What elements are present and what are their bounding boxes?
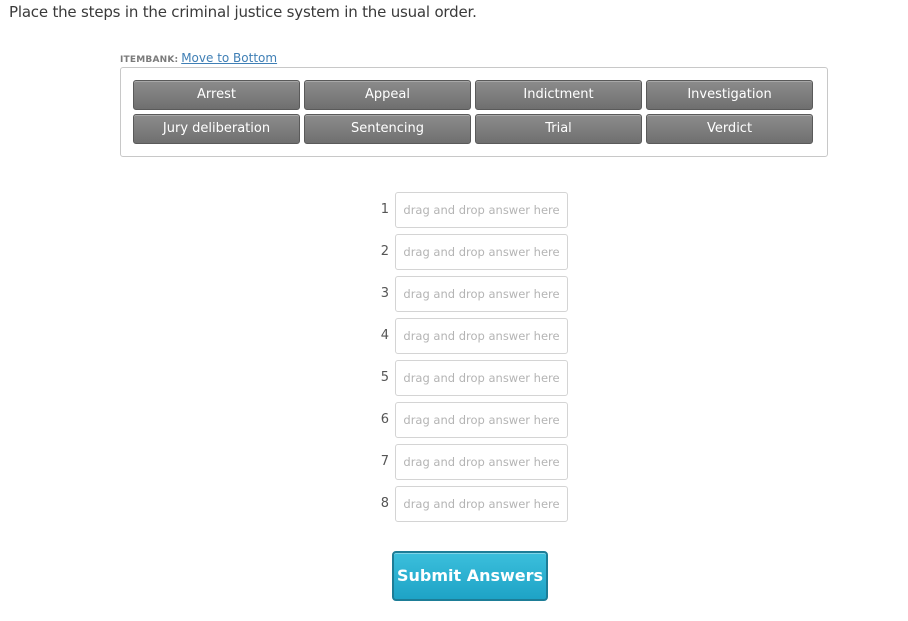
answer-slot-row-8: 8 drag and drop answer here <box>372 486 572 522</box>
answer-slot-row-2: 2 drag and drop answer here <box>372 234 572 270</box>
move-to-bottom-link[interactable]: Move to Bottom <box>181 51 277 65</box>
answer-slot-row-5: 5 drag and drop answer here <box>372 360 572 396</box>
item-verdict[interactable]: Verdict <box>646 114 813 144</box>
submit-answers-button[interactable]: Submit Answers <box>392 551 548 601</box>
item-investigation[interactable]: Investigation <box>646 80 813 110</box>
slot-number: 3 <box>380 286 389 301</box>
item-indictment[interactable]: Indictment <box>475 80 642 110</box>
item-sentencing[interactable]: Sentencing <box>304 114 471 144</box>
answer-slot-5[interactable]: drag and drop answer here <box>395 360 568 396</box>
answer-slot-row-7: 7 drag and drop answer here <box>372 444 572 480</box>
answer-slot-row-6: 6 drag and drop answer here <box>372 402 572 438</box>
slot-number: 1 <box>380 202 389 217</box>
slot-number: 5 <box>380 370 389 385</box>
item-jury-deliberation[interactable]: Jury deliberation <box>133 114 300 144</box>
item-trial[interactable]: Trial <box>475 114 642 144</box>
answer-slot-2[interactable]: drag and drop answer here <box>395 234 568 270</box>
slot-number: 4 <box>380 328 389 343</box>
answer-slot-row-1: 1 drag and drop answer here <box>372 192 572 228</box>
answer-slot-row-3: 3 drag and drop answer here <box>372 276 572 312</box>
answer-slot-row-4: 4 drag and drop answer here <box>372 318 572 354</box>
answer-slot-1[interactable]: drag and drop answer here <box>395 192 568 228</box>
answer-slot-3[interactable]: drag and drop answer here <box>395 276 568 312</box>
answer-slot-6[interactable]: drag and drop answer here <box>395 402 568 438</box>
answer-slot-8[interactable]: drag and drop answer here <box>395 486 568 522</box>
slot-number: 7 <box>380 454 389 469</box>
question-text: Place the steps in the criminal justice … <box>9 3 477 21</box>
item-arrest[interactable]: Arrest <box>133 80 300 110</box>
answer-slot-4[interactable]: drag and drop answer here <box>395 318 568 354</box>
itembank: Arrest Appeal Indictment Investigation J… <box>120 67 828 157</box>
slot-number: 2 <box>380 244 389 259</box>
itembank-header: ITEMBANK: Move to Bottom <box>120 51 277 65</box>
slot-number: 8 <box>380 496 389 511</box>
slot-number: 6 <box>380 412 389 427</box>
answer-slot-7[interactable]: drag and drop answer here <box>395 444 568 480</box>
item-appeal[interactable]: Appeal <box>304 80 471 110</box>
itembank-label: ITEMBANK: <box>120 55 179 65</box>
